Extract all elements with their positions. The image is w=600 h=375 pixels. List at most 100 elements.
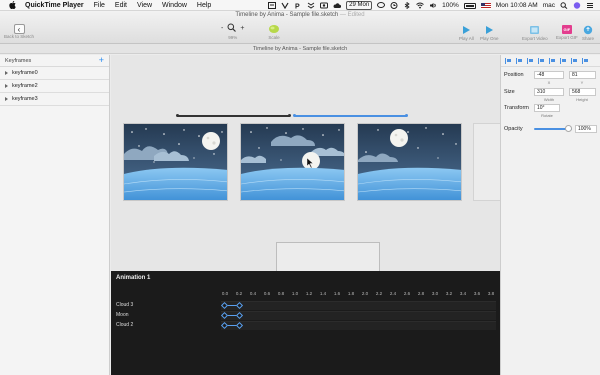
menu-file[interactable]: File [94,2,105,9]
keyframe-thumbnail-0[interactable] [123,123,228,201]
notes-icon[interactable] [268,2,277,9]
zoom-out-button[interactable]: - [221,25,223,32]
track-label: Cloud 3 [116,302,134,308]
track-row[interactable]: Moon [111,311,500,320]
align-bottom-icon[interactable] [582,57,589,64]
back-to-sketch-label: Back to Sketch [4,34,35,39]
calendar-badge[interactable]: 29 Mon [346,1,373,10]
x-sub-label: X [547,80,551,85]
chevron-shield-icon[interactable] [281,2,289,10]
time-tick-label: 1.4 [319,291,327,296]
keyframes-title: Keyframes [5,57,32,64]
distribute-horizontal-icon[interactable] [505,57,512,64]
toolbar: Timeline by Anima - Sample file.sketch —… [0,11,600,44]
zoom-in-button[interactable]: + [240,25,244,32]
cloud-icon[interactable] [333,2,342,9]
menu-help[interactable]: Help [197,2,211,9]
export-video-icon [529,24,540,36]
clock[interactable]: Mon 10:08 AM [496,2,538,9]
apple-icon[interactable] [8,1,17,10]
track-lane[interactable] [221,301,496,310]
keyframe-span[interactable] [225,325,239,326]
time-machine-icon[interactable] [390,2,398,9]
transition-connector[interactable] [176,114,291,117]
height-field[interactable]: 568 [569,88,596,96]
align-top-icon[interactable] [560,57,567,64]
scale-button[interactable]: Scale [268,23,280,40]
align-center-icon[interactable] [538,57,545,64]
keyframe-span[interactable] [225,305,239,306]
menu-view[interactable]: View [137,2,152,9]
user-name[interactable]: mac [543,2,555,9]
position-y-field[interactable]: 81 [569,71,596,79]
rotate-field[interactable]: 10° [534,104,560,112]
sidebar-item-keyframe0[interactable]: keyframe0 [0,67,109,80]
scale-icon [268,23,280,35]
keyframe-thumbnail-1[interactable] [240,123,345,201]
export-gif-button[interactable]: GIF Export GIF [556,23,578,40]
align-middle-icon[interactable] [571,57,578,64]
position-x-field[interactable]: -48 [534,71,564,79]
menu-window[interactable]: Window [162,2,187,9]
window-title: Timeline by Anima - Sample file.sketch —… [0,12,600,18]
document-tab-bar: Timeline by Anima - Sample file.sketch [0,44,600,54]
size-label: Size [504,89,515,95]
bluetooth-icon[interactable] [403,1,411,10]
width-field[interactable]: 310 [534,88,564,96]
play-all-icon [462,24,471,36]
distribute-vertical-icon[interactable] [516,57,523,64]
wifi-icon[interactable] [416,2,424,9]
messages-icon[interactable] [377,2,386,9]
device-preview-frame[interactable] [276,242,380,271]
share-button[interactable]: Share [582,24,594,41]
siri-icon[interactable] [573,2,581,9]
align-right-icon[interactable] [549,57,556,64]
track-row[interactable]: Cloud 2 [111,321,500,330]
play-all-button[interactable]: Play All [459,24,474,41]
opacity-field[interactable]: 100% [575,125,597,133]
menu-edit[interactable]: Edit [115,2,127,9]
keyframe-span[interactable] [225,315,239,316]
menu-app-name[interactable]: QuickTime Player [25,2,84,9]
empty-artboard[interactable] [473,123,500,201]
sidebar-item-label: keyframe0 [12,70,38,76]
time-tick-label: 3.4 [459,291,467,296]
sidebar-item-keyframe2[interactable]: keyframe2 [0,80,109,93]
artboard-canvas[interactable] [111,55,500,271]
add-keyframe-button[interactable]: + [99,56,104,65]
keyframe-thumbnail-2[interactable] [357,123,462,201]
animation-title[interactable]: Animation 1 [116,275,150,281]
y-sub-label: Y [580,80,584,85]
dropbox-icon[interactable] [307,2,315,9]
play-one-icon [485,24,494,36]
disclosure-triangle-icon[interactable] [5,71,8,75]
time-tick-label: 2.8 [417,291,425,296]
back-to-sketch-button[interactable]: ‹ Back to Sketch [4,24,34,39]
height-sub-label: Height [576,97,588,102]
time-ruler[interactable]: 0.0 0.2 0.4 0.6 0.8 1.0 1.2 1.4 1.6 1.8 2.0 2.2 2.4 2… [221,291,501,299]
edited-indicator[interactable]: — Edited [340,12,365,18]
disclosure-triangle-icon[interactable] [5,97,8,101]
document-tab-title[interactable]: Timeline by Anima - Sample file.sketch [253,46,347,52]
track-lane[interactable] [221,311,496,320]
track-row[interactable]: Cloud 3 [111,301,500,310]
screen-record-icon[interactable] [320,2,329,9]
opacity-slider-knob[interactable] [565,125,572,132]
paypal-icon[interactable]: P [294,2,302,11]
share-label: Share [582,36,595,41]
volume-icon[interactable] [429,2,437,9]
width-sub-label: Width [543,97,555,102]
sidebar-item-keyframe3[interactable]: keyframe3 [0,93,109,106]
share-icon [583,24,593,36]
play-one-button[interactable]: Play One [480,24,499,41]
time-tick-label: 0.2 [235,291,243,296]
transition-connector-selected[interactable] [293,114,408,117]
track-lane[interactable] [221,321,496,330]
export-video-button[interactable]: Export Video [522,24,548,41]
battery-icon[interactable] [463,2,476,9]
disclosure-triangle-icon[interactable] [5,84,8,88]
align-left-icon[interactable] [527,57,534,64]
input-source-flag-icon[interactable] [480,2,491,9]
notification-center-icon[interactable] [586,2,594,9]
spotlight-icon[interactable] [560,2,568,9]
